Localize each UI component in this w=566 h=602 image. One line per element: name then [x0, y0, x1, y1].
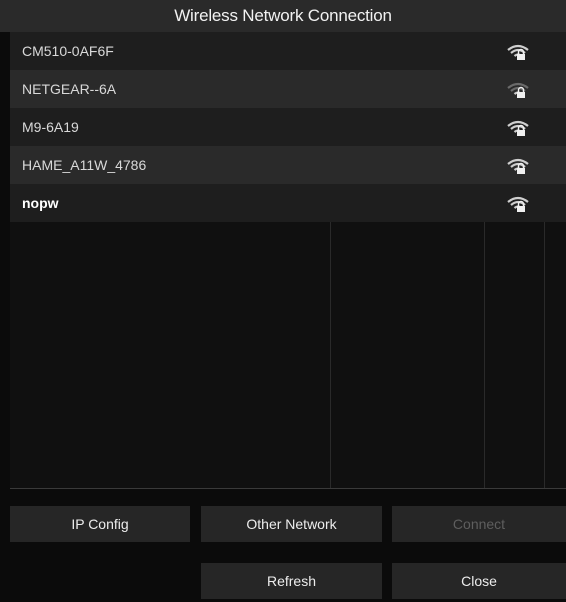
wifi-lock-icon: [507, 82, 529, 98]
ip-config-button[interactable]: IP Config: [10, 506, 190, 542]
wifi-lock-icon: [507, 196, 529, 212]
network-ssid: M9-6A19: [22, 119, 79, 135]
network-ssid: nopw: [22, 195, 59, 211]
close-button[interactable]: Close: [392, 563, 566, 599]
network-row[interactable]: nopw: [10, 184, 566, 222]
network-row[interactable]: CM510-0AF6F: [10, 32, 566, 70]
network-row[interactable]: M9-6A19: [10, 108, 566, 146]
network-ssid: NETGEAR--6A: [22, 81, 117, 97]
network-ssid: HAME_A11W_4786: [22, 157, 147, 173]
network-list[interactable]: CM510-0AF6F NETGEAR--6A M9-6A19 HAME_A11…: [10, 32, 566, 488]
wifi-lock-icon: [507, 120, 529, 136]
network-row[interactable]: HAME_A11W_4786: [10, 146, 566, 184]
window-title: Wireless Network Connection: [0, 0, 566, 32]
wifi-lock-icon: [507, 158, 529, 174]
refresh-button[interactable]: Refresh: [201, 563, 382, 599]
other-network-button[interactable]: Other Network: [201, 506, 382, 542]
connect-button[interactable]: Connect: [392, 506, 566, 542]
wifi-lock-icon: [507, 44, 529, 60]
list-bottom-divider: [10, 488, 566, 489]
network-row[interactable]: NETGEAR--6A: [10, 70, 566, 108]
network-ssid: CM510-0AF6F: [22, 43, 114, 59]
